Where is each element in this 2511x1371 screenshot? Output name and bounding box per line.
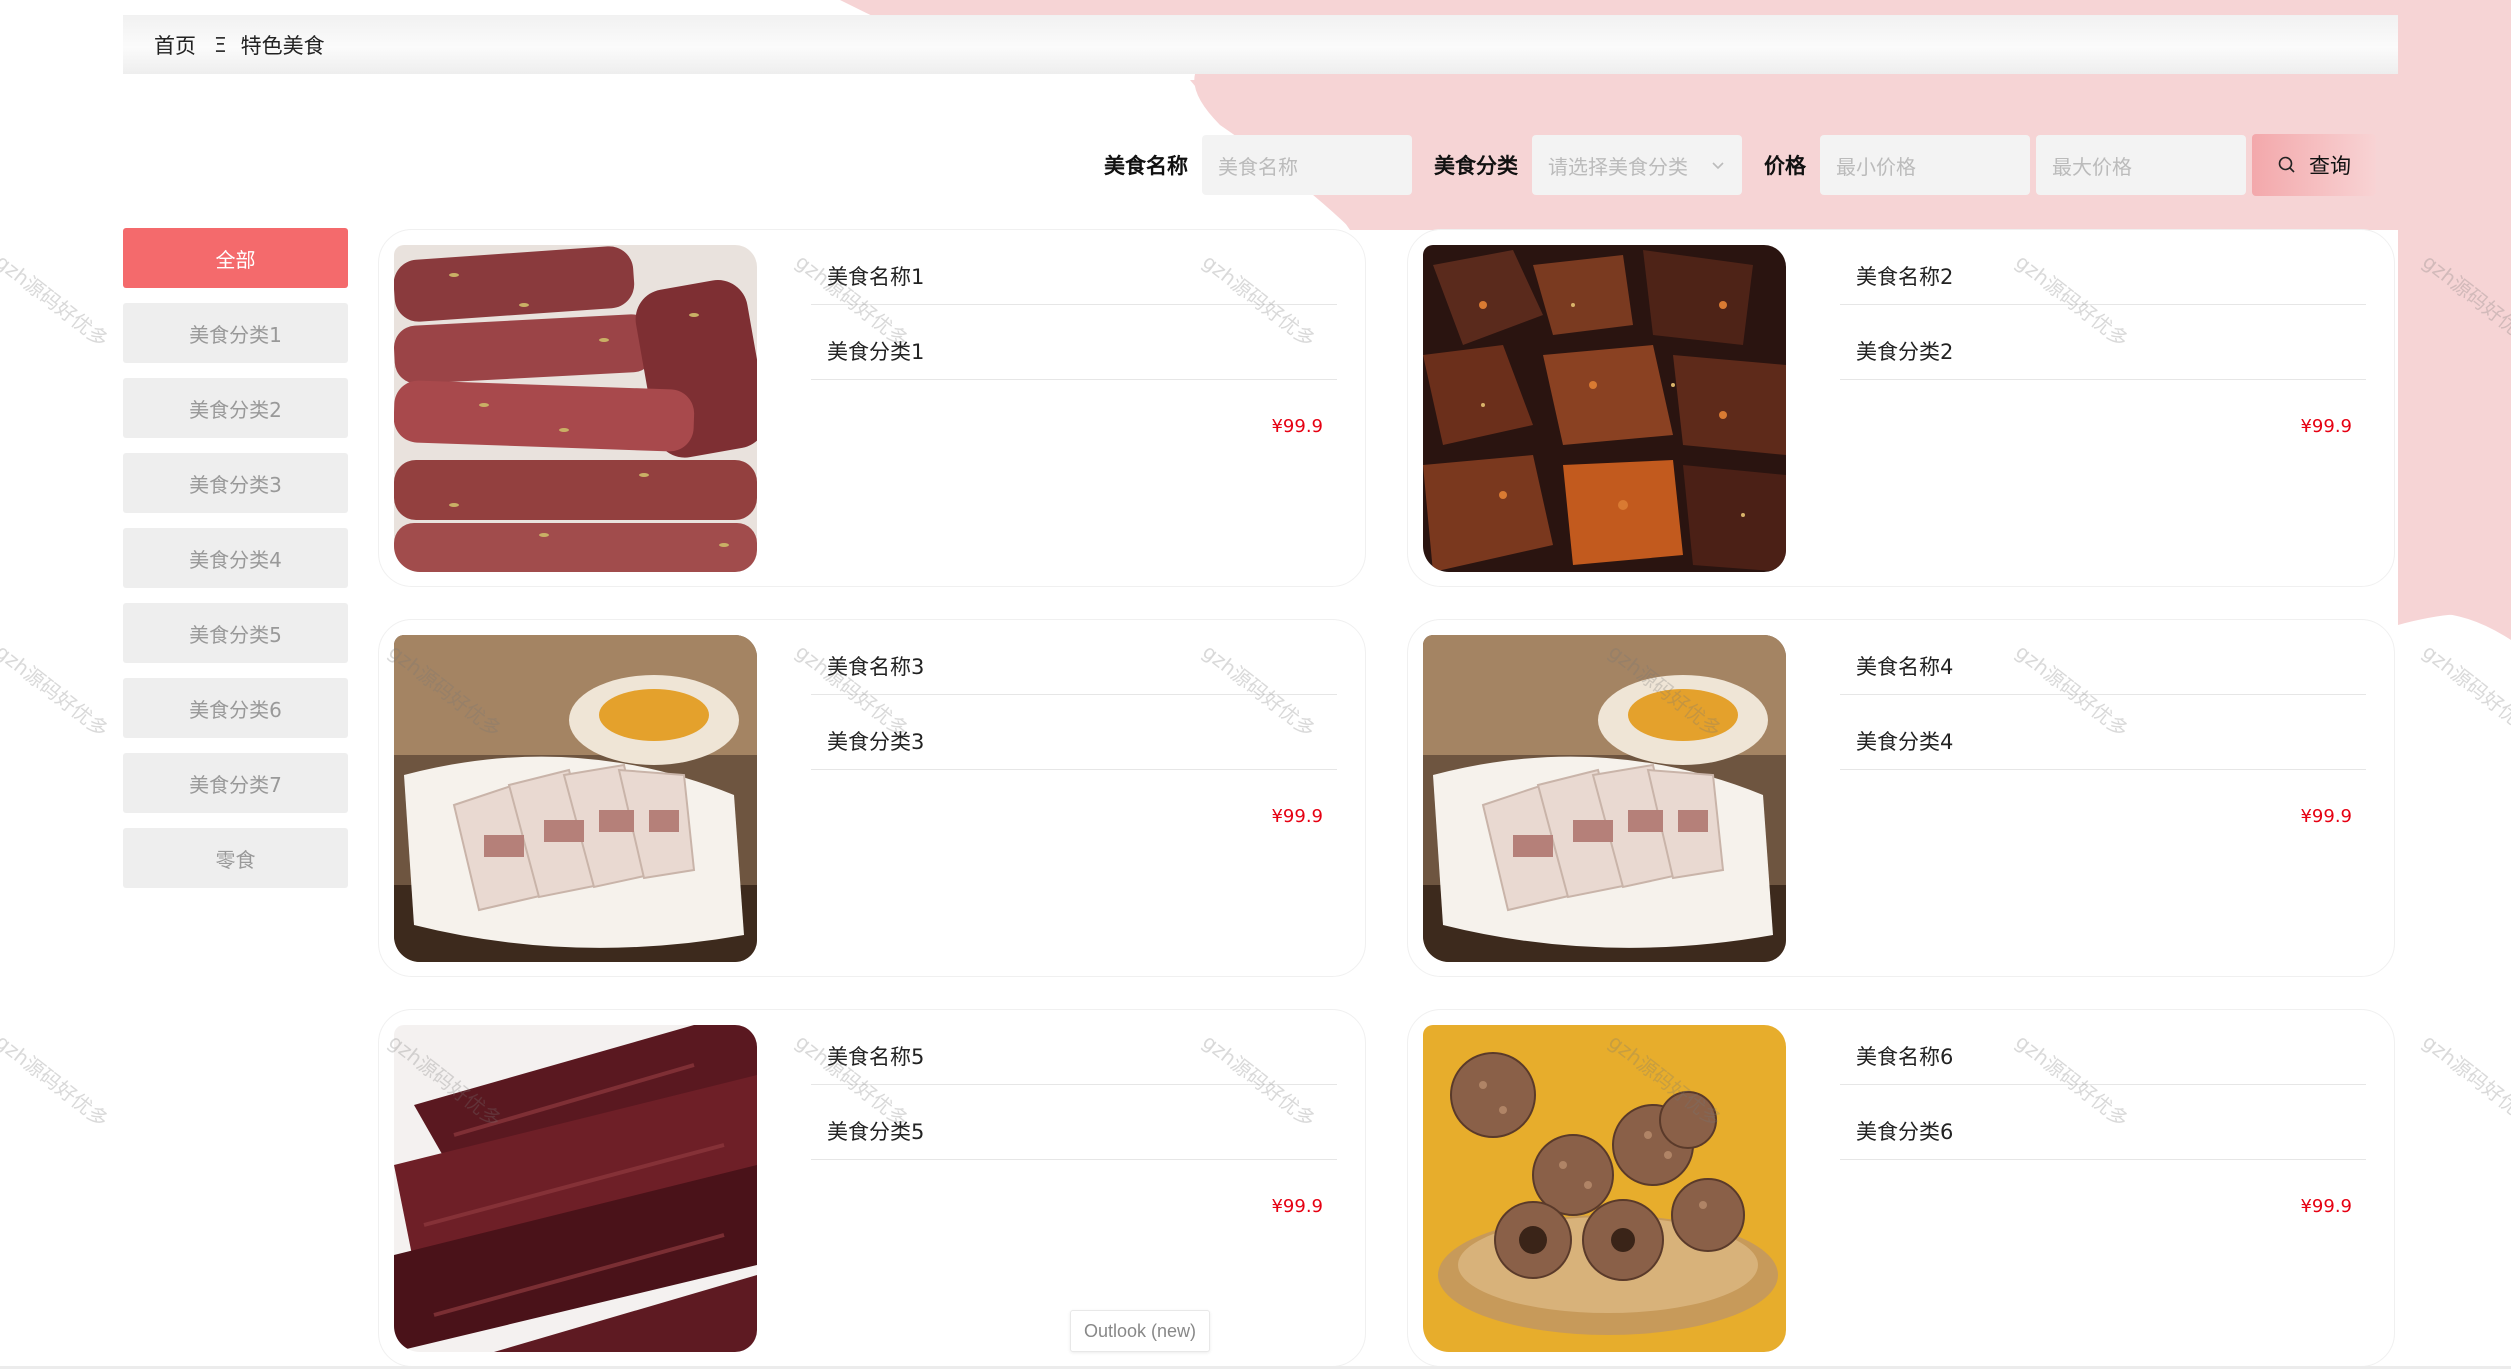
food-price: ¥99.9 [2300, 1196, 2352, 1217]
max-price-placeholder: 最大价格 [2052, 154, 2132, 179]
food-name: 美食名称5 [811, 1028, 1337, 1085]
category-snacks-button[interactable]: 零食 [123, 828, 348, 888]
food-price: ¥99.9 [2300, 806, 2352, 827]
food-category-label: 美食分类 [1434, 154, 1518, 178]
food-category: 美食分类3 [811, 713, 1337, 770]
food-card[interactable]: 美食名称3 美食分类3 ¥99.9 [378, 619, 1366, 977]
food-info: 美食名称2 美食分类2 [1840, 248, 2366, 398]
food-name-input[interactable]: 美食名称 [1202, 135, 1412, 195]
query-label: 查询 [2309, 154, 2351, 178]
food-info: 美食名称4 美食分类4 [1840, 638, 2366, 788]
food-price: ¥99.9 [2300, 416, 2352, 437]
search-icon [2278, 156, 2295, 173]
food-info: 美食名称5 美食分类5 [811, 1028, 1337, 1178]
food-category: 美食分类5 [811, 1103, 1337, 1160]
category-all-button[interactable]: 全部 [123, 228, 348, 288]
food-card[interactable]: 美食名称1 美食分类1 ¥99.9 [378, 229, 1366, 587]
min-price-input[interactable]: 最小价格 [1820, 135, 2030, 195]
food-image[interactable] [394, 245, 757, 572]
food-name-label: 美食名称 [1104, 154, 1188, 178]
category-button[interactable]: 美食分类2 [123, 378, 348, 438]
food-info: 美食名称3 美食分类3 [811, 638, 1337, 788]
food-price: ¥99.9 [1271, 416, 1323, 437]
food-name: 美食名称3 [811, 638, 1337, 695]
food-image[interactable] [1423, 635, 1786, 962]
food-price: ¥99.9 [1271, 1196, 1323, 1217]
outlook-tooltip: Outlook (new) [1070, 1310, 1210, 1352]
food-name: 美食名称2 [1840, 248, 2366, 305]
food-info: 美食名称1 美食分类1 [811, 248, 1337, 398]
breadcrumb-separator-icon: Ξ [214, 32, 227, 57]
food-image[interactable] [394, 635, 757, 962]
category-sidebar: 全部 美食分类1 美食分类2 美食分类3 美食分类4 美食分类5 美食分类6 美… [123, 228, 348, 903]
food-image[interactable] [1423, 1025, 1786, 1352]
food-image[interactable] [1423, 245, 1786, 572]
category-button[interactable]: 美食分类5 [123, 603, 348, 663]
max-price-input[interactable]: 最大价格 [2036, 135, 2246, 195]
page: gzh源码好优多 gzh源码好优多 gzh源码好优多 gzh源码好优多 gzh源… [0, 0, 2511, 1371]
category-button[interactable]: 美食分类3 [123, 453, 348, 513]
min-price-placeholder: 最小价格 [1836, 154, 1916, 179]
food-card[interactable]: 美食名称2 美食分类2 ¥99.9 [1407, 229, 2395, 587]
chevron-down-icon [1712, 162, 1724, 170]
category-button[interactable]: 美食分类7 [123, 753, 348, 813]
food-price: ¥99.9 [1271, 806, 1323, 827]
category-button[interactable]: 美食分类4 [123, 528, 348, 588]
bottom-divider [0, 1366, 2511, 1369]
food-card[interactable]: 美食名称6 美食分类6 ¥99.9 [1407, 1009, 2395, 1367]
food-category: 美食分类4 [1840, 713, 2366, 770]
food-category-select[interactable]: 请选择美食分类 [1532, 135, 1742, 195]
price-label: 价格 [1764, 154, 1806, 178]
food-card[interactable]: 美食名称4 美食分类4 ¥99.9 [1407, 619, 2395, 977]
food-category: 美食分类6 [1840, 1103, 2366, 1160]
food-card[interactable]: 美食名称5 美食分类5 ¥99.9 [378, 1009, 1366, 1367]
food-image[interactable] [394, 1025, 757, 1352]
food-info: 美食名称6 美食分类6 [1840, 1028, 2366, 1178]
breadcrumb: 首页 Ξ 特色美食 [123, 15, 2398, 74]
food-name-placeholder: 美食名称 [1218, 154, 1298, 179]
food-name: 美食名称4 [1840, 638, 2366, 695]
category-button[interactable]: 美食分类6 [123, 678, 348, 738]
food-category: 美食分类2 [1840, 323, 2366, 380]
breadcrumb-current: 特色美食 [240, 33, 325, 58]
breadcrumb-home[interactable]: 首页 [154, 30, 196, 60]
food-category: 美食分类1 [811, 323, 1337, 380]
query-button[interactable]: 查询 [2252, 134, 2376, 196]
food-name: 美食名称1 [811, 248, 1337, 305]
search-bar: 美食名称 美食名称 美食分类 请选择美食分类 价格 最小价格 最大价格 查询 [1104, 134, 2376, 196]
food-category-placeholder: 请选择美食分类 [1548, 154, 1688, 179]
food-name: 美食名称6 [1840, 1028, 2366, 1085]
category-button[interactable]: 美食分类1 [123, 303, 348, 363]
